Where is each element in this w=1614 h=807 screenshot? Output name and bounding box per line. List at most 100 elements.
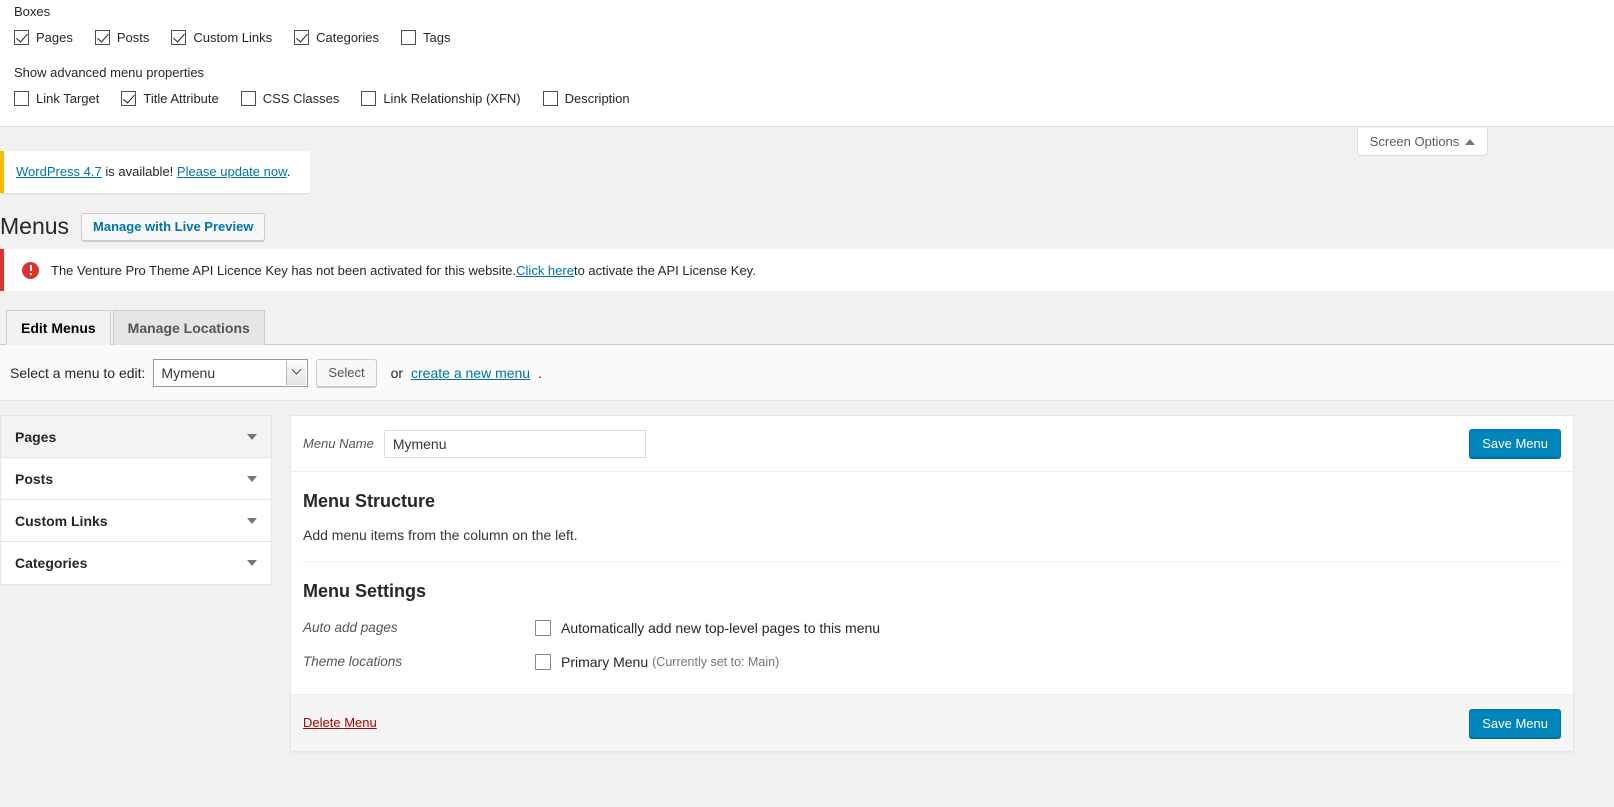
- error-notice-text-before: The Venture Pro Theme API Licence Key ha…: [51, 262, 517, 278]
- chevron-down-icon[interactable]: [286, 360, 307, 385]
- accordion-categories-label: Categories: [15, 555, 88, 571]
- checkbox-tags-label: Tags: [423, 29, 451, 45]
- auto-add-pages-field[interactable]: Automatically add new top-level pages to…: [535, 619, 881, 636]
- checkbox-categories-label: Categories: [316, 29, 380, 45]
- menu-tabs: Edit Menus Manage Locations: [0, 309, 1614, 345]
- menu-select-dropdown[interactable]: Mymenu: [153, 358, 309, 387]
- menu-selector-bar: Select a menu to edit: Mymenu Select or …: [0, 345, 1614, 401]
- accordion-posts-label: Posts: [15, 470, 54, 487]
- click-here-link[interactable]: Click here: [516, 263, 574, 278]
- tab-edit-menus[interactable]: Edit Menus: [6, 310, 111, 345]
- menu-select-value: Mymenu: [161, 364, 216, 381]
- menu-name-row: Menu Name Save Menu: [291, 416, 1573, 472]
- update-notice-text-middle: is available!: [101, 164, 177, 179]
- save-menu-button-bottom[interactable]: Save Menu: [1469, 708, 1561, 738]
- screen-options-toggle-button[interactable]: Screen Options: [1357, 128, 1488, 156]
- primary-menu-field[interactable]: Primary Menu (Currently set to: Main): [535, 653, 780, 670]
- screen-options-advanced-row: Link Target Title Attribute CSS Classes …: [0, 88, 1614, 108]
- screen-option-advanced-link-target[interactable]: Link Target: [14, 90, 100, 106]
- screen-option-box-tags[interactable]: Tags: [401, 29, 451, 45]
- menu-structure-section: Menu Structure Add menu items from the c…: [291, 472, 1573, 672]
- please-update-now-link[interactable]: Please update now: [177, 164, 287, 179]
- checkbox-tags[interactable]: [401, 29, 417, 45]
- wordpress-update-notice: WordPress 4.7 is available! Please updat…: [0, 151, 310, 193]
- screen-option-box-posts[interactable]: Posts: [94, 29, 150, 45]
- menu-structure-heading: Menu Structure: [303, 491, 436, 511]
- screen-option-advanced-css-classes[interactable]: CSS Classes: [240, 90, 340, 106]
- checkbox-custom-links[interactable]: [171, 29, 187, 45]
- screen-option-advanced-title-attribute[interactable]: Title Attribute: [121, 90, 219, 106]
- accordion-categories[interactable]: Categories: [1, 542, 271, 584]
- checkbox-posts[interactable]: [94, 29, 110, 45]
- checkbox-link-relationship-label: Link Relationship (XFN): [383, 90, 521, 106]
- delete-menu-link[interactable]: Delete Menu: [303, 715, 377, 730]
- admin-content-area: WordPress 4.7 is available! Please updat…: [0, 127, 1614, 807]
- checkbox-description[interactable]: [542, 90, 558, 106]
- accordion-posts[interactable]: Posts: [1, 458, 271, 500]
- checkbox-pages[interactable]: [14, 29, 29, 45]
- checkbox-css-classes[interactable]: [240, 90, 256, 106]
- checkbox-posts-label: Posts: [116, 29, 150, 45]
- menu-edit-panel: Menu Name Save Menu Menu Structure Add m…: [290, 415, 1574, 752]
- screen-options-panel: Boxes Pages Posts Custom Links Categorie…: [0, 0, 1614, 127]
- screen-option-box-pages[interactable]: Pages: [14, 29, 73, 45]
- accordion-custom-links[interactable]: Custom Links: [1, 500, 271, 542]
- primary-menu-label: Primary Menu: [561, 653, 649, 670]
- primary-menu-note: (Currently set to: Main): [652, 654, 780, 669]
- auto-add-pages-checkbox-label: Automatically add new top-level pages to…: [561, 619, 881, 636]
- accordion-pages[interactable]: Pages: [1, 416, 271, 458]
- checkbox-description-label: Description: [564, 90, 630, 106]
- checkbox-link-target[interactable]: [14, 90, 29, 106]
- menu-name-label: Menu Name: [303, 436, 374, 451]
- error-notice-text-after: to activate the API License Key.: [573, 262, 756, 278]
- menu-name-input[interactable]: [383, 429, 646, 458]
- accordion-custom-links-label: Custom Links: [15, 512, 108, 529]
- screen-option-advanced-description[interactable]: Description: [542, 90, 630, 106]
- triangle-down-icon[interactable]: [247, 475, 257, 482]
- checkbox-link-relationship[interactable]: [361, 90, 377, 106]
- add-menu-items-panel: Pages Posts Custom Links Categories: [0, 415, 272, 585]
- save-menu-button-top[interactable]: Save Menu: [1469, 429, 1561, 458]
- screen-option-box-custom-links[interactable]: Custom Links: [171, 29, 273, 45]
- section-divider: [303, 561, 1561, 563]
- menu-selector-or-text: or: [390, 364, 404, 381]
- checkbox-pages-label: Pages: [36, 29, 73, 45]
- api-license-error-notice: The Venture Pro Theme API Licence Key ha…: [0, 249, 1614, 291]
- theme-locations-row: Theme locations Primary Menu (Currently …: [303, 652, 1561, 672]
- triangle-down-icon[interactable]: [247, 433, 257, 440]
- screen-options-advanced-legend: Show advanced menu properties: [14, 65, 205, 80]
- triangle-down-icon[interactable]: [247, 560, 257, 566]
- auto-add-pages-label: Auto add pages: [303, 620, 398, 636]
- screen-options-toggle-label: Screen Options: [1369, 134, 1460, 149]
- screen-option-advanced-link-relationship[interactable]: Link Relationship (XFN): [361, 90, 521, 106]
- screen-options-boxes-legend: Boxes: [14, 4, 51, 19]
- caret-up-icon: [1465, 138, 1476, 145]
- accordion-pages-label: Pages: [15, 428, 57, 445]
- checkbox-css-classes-label: CSS Classes: [262, 90, 340, 106]
- error-circle-icon: [22, 261, 39, 279]
- tab-manage-locations[interactable]: Manage Locations: [112, 310, 265, 345]
- checkbox-link-target-label: Link Target: [36, 90, 100, 106]
- page-header: Menus Manage with Live Preview: [0, 212, 266, 241]
- theme-locations-label: Theme locations: [303, 654, 403, 670]
- triangle-down-icon[interactable]: [247, 517, 257, 524]
- checkbox-primary-menu[interactable]: [535, 653, 551, 670]
- menu-selector-label: Select a menu to edit:: [10, 364, 146, 381]
- screen-option-box-categories[interactable]: Categories: [294, 29, 380, 45]
- create-a-new-menu-link[interactable]: create a new menu: [411, 365, 530, 381]
- menu-panel-footer: Delete Menu Save Menu: [291, 693, 1573, 751]
- manage-with-live-preview-button[interactable]: Manage with Live Preview: [81, 212, 266, 241]
- checkbox-title-attribute-label: Title Attribute: [143, 90, 219, 106]
- checkbox-auto-add-pages[interactable]: [535, 619, 551, 636]
- page-title: Menus: [0, 213, 70, 239]
- select-menu-button[interactable]: Select: [316, 358, 377, 387]
- menu-selector-period: .: [538, 364, 542, 381]
- checkbox-categories[interactable]: [294, 29, 310, 45]
- screen-options-boxes-row: Pages Posts Custom Links Categories Tags: [0, 27, 1614, 47]
- auto-add-pages-row: Auto add pages Automatically add new top…: [303, 618, 1561, 638]
- update-notice-text-end: .: [286, 164, 291, 179]
- checkbox-title-attribute[interactable]: [121, 90, 137, 106]
- checkbox-custom-links-label: Custom Links: [193, 29, 273, 45]
- menu-editor-columns: Pages Posts Custom Links Categories Menu…: [0, 415, 1614, 807]
- wordpress-version-link[interactable]: WordPress 4.7: [16, 164, 102, 179]
